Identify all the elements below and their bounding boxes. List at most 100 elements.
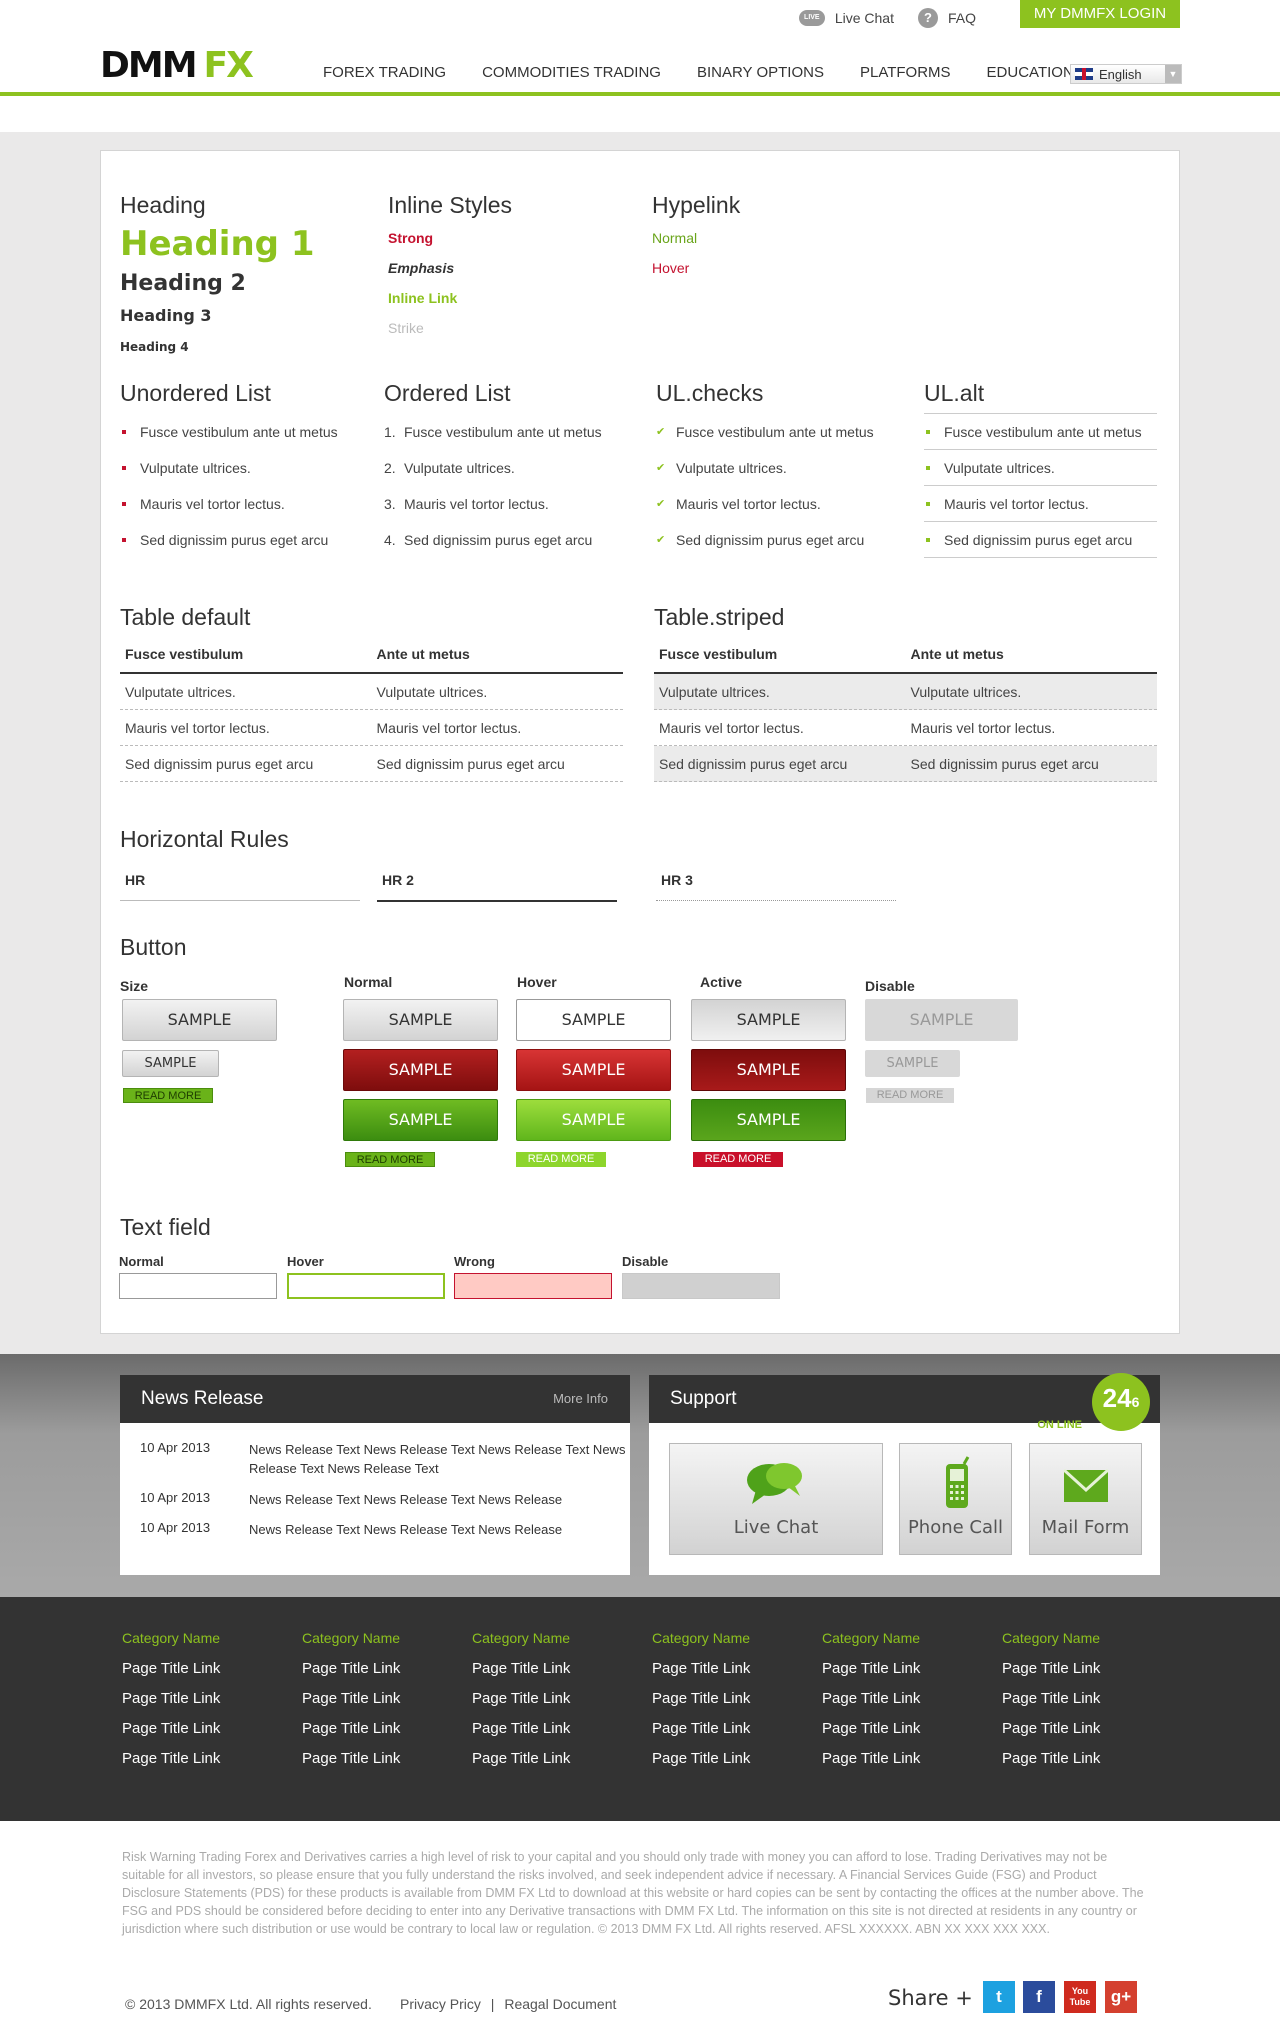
main-nav: FOREX TRADING COMMODITIES TRADING BINARY… [323, 64, 1110, 81]
footer-category[interactable]: Category Name [302, 1630, 462, 1660]
read-more-button-normal[interactable]: READ MORE [345, 1152, 435, 1167]
footer-link[interactable]: Page Title Link [472, 1720, 632, 1750]
language-select[interactable]: English ▼ [1070, 64, 1182, 84]
sample-button-disabled: SAMPLE [865, 999, 1018, 1041]
footer-column: Category Name Page Title Link Page Title… [822, 1630, 982, 1780]
hover-label: Hover [517, 974, 557, 990]
more-info-link[interactable]: More Info [553, 1375, 608, 1423]
nav-commodities-trading[interactable]: COMMODITIES TRADING [482, 64, 661, 81]
live-chat-button[interactable]: Live Chat [669, 1443, 883, 1555]
footer-link[interactable]: Page Title Link [122, 1750, 282, 1780]
youtube-icon[interactable]: You Tube [1064, 1981, 1096, 2013]
login-button[interactable]: MY DMMFX LOGIN [1020, 0, 1180, 28]
list-item: Sed dignissim purus eget arcu [656, 522, 896, 558]
sample-button-green-active[interactable]: SAMPLE [691, 1099, 846, 1141]
sample-button-green-normal[interactable]: SAMPLE [343, 1099, 498, 1141]
google-plus-icon[interactable]: g+ [1105, 1981, 1137, 2013]
faq-link[interactable]: ? FAQ [917, 8, 976, 28]
sample-button-red-hover[interactable]: SAMPLE [516, 1049, 671, 1091]
sample-button-active[interactable]: SAMPLE [691, 999, 846, 1041]
privacy-policy-link[interactable]: Privacy Pricy [400, 1996, 481, 2012]
table-row: Mauris vel tortor lectus. Mauris vel tort… [654, 710, 1157, 746]
footer-link[interactable]: Page Title Link [822, 1720, 982, 1750]
read-more-button-active[interactable]: READ MORE [693, 1152, 783, 1167]
list-item: Vulputate ultrices. [656, 450, 896, 486]
facebook-icon[interactable]: f [1023, 1981, 1055, 2013]
nav-binary-options[interactable]: BINARY OPTIONS [697, 64, 824, 81]
footer-link[interactable]: Page Title Link [302, 1750, 462, 1780]
hr-3-sample: HR 3 [656, 870, 896, 901]
text-field-wrong[interactable] [454, 1273, 612, 1299]
hyperlink-hover[interactable]: Hover [652, 260, 689, 276]
legal-document-link[interactable]: Reagal Document [504, 1996, 616, 2012]
footer-link[interactable]: Page Title Link [652, 1660, 812, 1690]
text-field-normal[interactable] [119, 1273, 277, 1299]
size-label: Size [120, 978, 149, 994]
active-label: Active [700, 974, 743, 990]
table-row: Vulputate ultrices. Vulputate ultrices. [654, 674, 1157, 710]
footer-link[interactable]: Page Title Link [652, 1720, 812, 1750]
list-item: Fusce vestibulum ante ut metus [120, 414, 360, 450]
sample-button-small[interactable]: SAMPLE [122, 1050, 219, 1077]
live-chat-link[interactable]: LIVE Live Chat [798, 10, 894, 26]
footer-link[interactable]: Page Title Link [122, 1720, 282, 1750]
text-field-title: Text field [120, 1214, 211, 1240]
footer-link[interactable]: Page Title Link [302, 1660, 462, 1690]
sample-button-red-active[interactable]: SAMPLE [691, 1049, 846, 1091]
nav-education[interactable]: EDUCATION [987, 64, 1074, 81]
textfield-wrong-label: Wrong [454, 1254, 495, 1269]
footer-category[interactable]: Category Name [472, 1630, 632, 1660]
phone-call-button[interactable]: Phone Call [899, 1443, 1012, 1555]
sample-button-normal[interactable]: SAMPLE [343, 999, 498, 1041]
footer-category[interactable]: Category Name [822, 1630, 982, 1660]
twitter-icon[interactable]: t [983, 1981, 1015, 2013]
news-release-header: News Release More Info [120, 1375, 630, 1423]
list-item: Vulputate ultrices. [120, 450, 360, 486]
footer-link[interactable]: Page Title Link [472, 1750, 632, 1780]
sample-button-hover[interactable]: SAMPLE [516, 999, 671, 1041]
share-label: Share + [888, 1986, 973, 2010]
inline-link-sample[interactable]: Inline Link [388, 290, 457, 306]
textfield-normal-label: Normal [119, 1254, 164, 1269]
normal-label: Normal [344, 974, 393, 990]
heading-4-sample: Heading 4 [120, 340, 189, 354]
hr-2-sample: HR 2 [377, 870, 617, 902]
list-item: Mauris vel tortor lectus. [120, 486, 360, 522]
heading-1-sample: Heading 1 [120, 224, 315, 264]
footer-link[interactable]: Page Title Link [302, 1690, 462, 1720]
nav-platforms[interactable]: PLATFORMS [860, 64, 951, 81]
strike-sample: Strike [388, 320, 424, 336]
footer-link[interactable]: Page Title Link [652, 1750, 812, 1780]
footer-link[interactable]: Page Title Link [472, 1660, 632, 1690]
hyperlink-normal[interactable]: Normal [652, 230, 697, 246]
footer-link[interactable]: Page Title Link [472, 1690, 632, 1720]
footer-link[interactable]: Page Title Link [1002, 1660, 1162, 1690]
read-more-button[interactable]: READ MORE [123, 1088, 213, 1103]
sample-button-large[interactable]: SAMPLE [122, 999, 277, 1041]
ordered-list-title: Ordered List [384, 380, 511, 406]
sample-button-red-normal[interactable]: SAMPLE [343, 1049, 498, 1091]
footer-link[interactable]: Page Title Link [122, 1690, 282, 1720]
footer-link[interactable]: Page Title Link [652, 1690, 812, 1720]
footer-link[interactable]: Page Title Link [122, 1660, 282, 1690]
uk-flag-icon [1075, 68, 1093, 80]
footer-link[interactable]: Page Title Link [822, 1660, 982, 1690]
sample-button-green-hover[interactable]: SAMPLE [516, 1099, 671, 1141]
text-field-hover[interactable] [287, 1273, 445, 1299]
footer-link[interactable]: Page Title Link [302, 1720, 462, 1750]
list-item: Mauris vel tortor lectus. [656, 486, 896, 522]
footer-category[interactable]: Category Name [122, 1630, 282, 1660]
dmmfx-logo[interactable]: DMM FX [100, 48, 254, 84]
footer-link[interactable]: Page Title Link [822, 1690, 982, 1720]
footer-link[interactable]: Page Title Link [1002, 1720, 1162, 1750]
footer-category[interactable]: Category Name [652, 1630, 812, 1660]
footer-link[interactable]: Page Title Link [822, 1750, 982, 1780]
read-more-button-hover[interactable]: READ MORE [516, 1152, 606, 1167]
footer-column: Category Name Page Title Link Page Title… [302, 1630, 462, 1780]
nav-forex-trading[interactable]: FOREX TRADING [323, 64, 446, 81]
list-item: 3. Mauris vel tortor lectus. [384, 496, 549, 512]
footer-link[interactable]: Page Title Link [1002, 1750, 1162, 1780]
mail-form-button[interactable]: Mail Form [1029, 1443, 1142, 1555]
footer-category[interactable]: Category Name [1002, 1630, 1162, 1660]
footer-link[interactable]: Page Title Link [1002, 1690, 1162, 1720]
